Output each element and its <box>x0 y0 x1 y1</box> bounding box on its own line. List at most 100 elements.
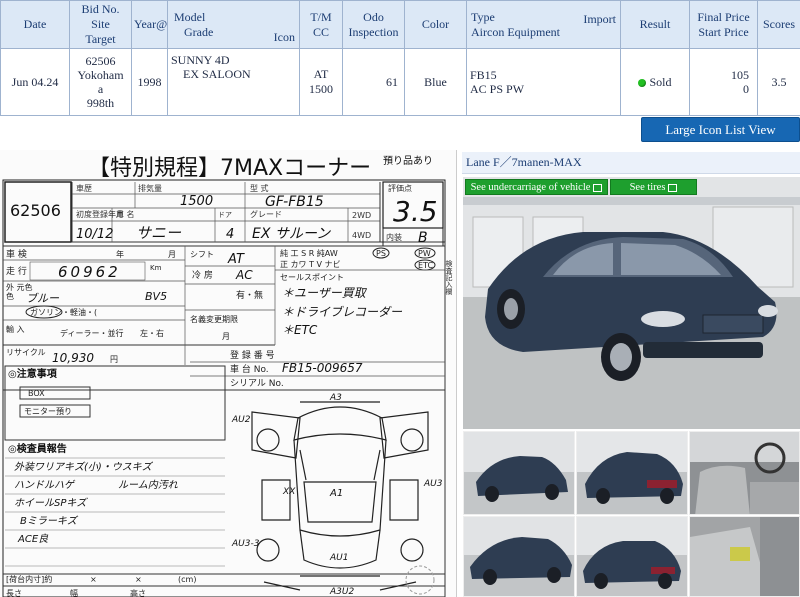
thumbnail-rear[interactable] <box>576 431 688 515</box>
thumbnail-rear-left[interactable] <box>576 516 688 597</box>
svg-text:長さ: 長さ <box>6 589 22 597</box>
sold-status-icon <box>638 78 647 87</box>
sheet-grade: EX サルーン <box>252 226 331 242</box>
see-tires-button[interactable]: See tires <box>610 179 697 195</box>
sheet-color-code: BV5 <box>145 290 167 303</box>
cell-odo: 61 <box>342 48 405 116</box>
svg-text:車歴: 車歴 <box>76 183 92 193</box>
cell-date: Jun 04.24 <box>0 48 70 116</box>
svg-text:色: 色 <box>6 291 14 301</box>
svg-text:輸 入: 輸 入 <box>6 324 25 334</box>
col-color: Color <box>404 0 467 49</box>
external-link-icon <box>668 183 678 192</box>
cell-bid-no: 62506 Yokoham a 998th <box>69 48 132 116</box>
svg-text:検査記入欄: 検査記入欄 <box>445 259 453 296</box>
svg-text:有・無: 有・無 <box>236 289 263 301</box>
svg-text:円: 円 <box>110 355 118 364</box>
sales-point-2: ＊ドライブレコーダー <box>282 305 403 319</box>
svg-text:登 録 番 号: 登 録 番 号 <box>230 349 275 361</box>
col-date: Date <box>0 0 70 49</box>
mark-au2: AU2 <box>231 415 251 425</box>
box-label: BOX <box>28 389 45 398</box>
results-table: Date Bid No. Site Target Year@ Model Grade I… <box>0 0 800 116</box>
svg-text:×: × <box>90 575 97 584</box>
mark-a3: A3 <box>329 393 342 403</box>
svg-text:Km: Km <box>150 264 162 272</box>
col-type: Type Import Aircon Equipment <box>466 0 621 49</box>
monitor-label: モニター預り <box>24 407 72 416</box>
svg-text:ディーラー・並行: ディーラー・並行 <box>60 328 123 338</box>
thumbnail-interior-rear[interactable] <box>689 516 800 597</box>
sales-point-1: ＊ユーザー買取 <box>282 286 368 300</box>
thumbnail-front-left[interactable] <box>463 431 575 515</box>
col-price: Final Price Start Price <box>689 0 758 49</box>
inspector-note-5: Bミラーキズ <box>20 515 79 527</box>
col-model: Model Grade Icon <box>167 0 300 49</box>
svg-text:冷 房: 冷 房 <box>192 269 213 281</box>
sheet-color: ブルー <box>26 292 60 305</box>
sheet-doors: 4 <box>226 227 234 242</box>
svg-text:PW: PW <box>418 249 431 258</box>
svg-text:走 行: 走 行 <box>6 265 27 277</box>
sheet-car-name: サニー <box>136 224 182 242</box>
sheet-shift: AT <box>227 252 245 267</box>
main-car-photo[interactable]: See undercarriage of vehicle See tires <box>463 177 800 429</box>
cell-price: 105 0 <box>689 48 758 116</box>
svg-text:[荷台内寸]約: [荷台内寸]約 <box>6 574 52 584</box>
inspector-note-4: ホイールSPキズ <box>14 497 88 509</box>
svg-text:正 カワ T V ナビ: 正 カワ T V ナビ <box>280 260 341 269</box>
sheet-score-label: 評価点 <box>388 183 412 193</box>
notes-label: ◎注意事項 <box>8 367 58 380</box>
svg-text:月: 月 <box>222 332 230 341</box>
mark-au3: AU3 <box>423 479 443 489</box>
see-undercarriage-button[interactable]: See undercarriage of vehicle <box>465 179 608 195</box>
thumbnail-interior-front[interactable] <box>689 431 800 515</box>
sheet-title: 【特別規程】7MAXコーナー <box>88 156 371 181</box>
svg-text:×: × <box>135 575 142 584</box>
auction-sheet-image[interactable]: 【特別規程】7MAXコーナー 預り品あり 62506 車歴 排気量 型 式 初度… <box>0 150 457 597</box>
sheet-deposit: 預り品あり <box>383 155 433 167</box>
svg-text:リサイクル: リサイクル <box>6 348 46 357</box>
svg-text:(cm): (cm) <box>178 575 196 584</box>
svg-text:ETC: ETC <box>418 261 433 270</box>
cell-result: Sold <box>620 48 690 116</box>
sheet-lot: 62506 <box>10 201 61 220</box>
svg-text:シフト: シフト <box>190 250 214 259</box>
col-result: Result <box>620 0 690 49</box>
svg-text:車 台 No.: 車 台 No. <box>230 363 269 375</box>
thumbnail-side[interactable] <box>463 516 575 597</box>
sheet-mileage: 60962 <box>58 263 121 281</box>
cell-color: Blue <box>404 48 467 116</box>
large-icon-list-view-button[interactable]: Large Icon List View <box>641 117 800 142</box>
mark-a1: A1 <box>329 488 343 499</box>
sales-point-3: ＊ETC <box>282 323 318 337</box>
svg-text:グレード: グレード <box>250 209 282 219</box>
mark-au1: AU1 <box>329 553 348 563</box>
inspector-note-2: ハンドルハゲ <box>14 479 76 491</box>
svg-text:年: 年 <box>116 249 124 259</box>
svg-text:排気量: 排気量 <box>138 183 162 193</box>
svg-text:名義変更期限: 名義変更期限 <box>190 314 238 324</box>
cell-type: FB15 AC PS PW <box>466 48 621 116</box>
inspector-label: ◎検査員報告 <box>8 442 67 455</box>
svg-text:純 工 S R 純AW: 純 工 S R 純AW <box>280 248 338 258</box>
svg-text:PS: PS <box>376 249 386 258</box>
sheet-chassis: FB15-009657 <box>282 361 363 375</box>
sheet-displacement: 1500 <box>180 194 213 209</box>
mark-xx: XX <box>282 487 296 497</box>
col-tm: T/M CC <box>299 0 343 49</box>
sheet-year: 10/12 <box>76 227 113 242</box>
col-year: Year@ <box>131 0 168 49</box>
cell-tm: AT 1500 <box>299 48 343 116</box>
external-link-icon <box>593 183 603 192</box>
inspector-note-3: ルーム内汚れ <box>118 479 179 491</box>
svg-text:セールスポイント: セールスポイント <box>280 273 344 282</box>
table-row[interactable]: Jun 04.24 62506 Yokoham a 998th 1998 SUNNY … <box>0 48 800 116</box>
svg-text:型 式: 型 式 <box>250 183 269 193</box>
col-bid-no: Bid No. Site Target <box>69 0 132 49</box>
sheet-interior-label: 内装 <box>386 232 402 242</box>
cell-year: 1998 <box>131 48 168 116</box>
lane-label: Lane F／7manen-MAX <box>462 152 800 174</box>
cell-score: 3.5 <box>757 48 800 116</box>
sheet-score: 3.5 <box>393 195 438 228</box>
